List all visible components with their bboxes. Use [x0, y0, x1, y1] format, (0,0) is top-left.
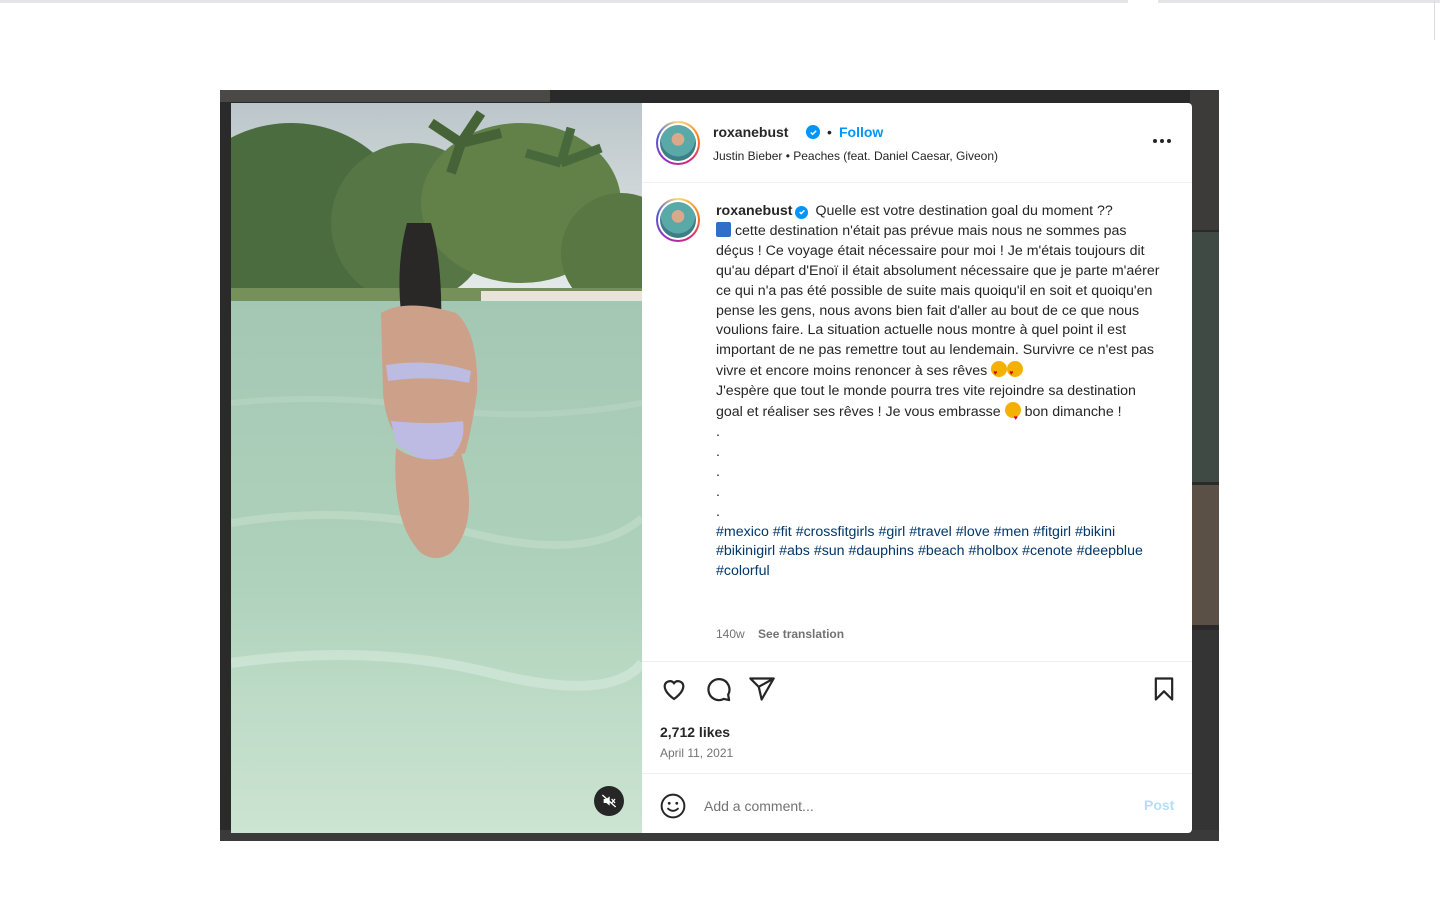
heart-eyes-emoji-icon: [991, 361, 1008, 384]
caption-line-2: cette destination n'était pas prévue mai…: [716, 222, 1160, 380]
arrow-down-emoji-icon: [716, 221, 731, 237]
hashtag-link[interactable]: #fitgirl: [1033, 524, 1071, 540]
comment-input[interactable]: [704, 794, 1124, 818]
muted-icon: [601, 794, 617, 808]
hashtag-link[interactable]: #fit: [773, 524, 792, 540]
comment-bar: Post: [642, 773, 1192, 833]
hashtag-link[interactable]: #cenote: [1022, 543, 1073, 559]
post-modal: roxanebust • Follow Justin Bieber • Peac…: [231, 103, 1192, 833]
share-icon[interactable]: [748, 675, 776, 703]
caption-dot: .: [716, 423, 720, 440]
caption-username[interactable]: roxanebust: [716, 203, 792, 219]
audio-track-link[interactable]: Justin Bieber • Peaches (feat. Daniel Ca…: [713, 149, 998, 163]
hashtag-link[interactable]: #crossfitgirls: [796, 524, 875, 540]
more-icon: [1153, 139, 1157, 143]
follow-button[interactable]: Follow: [839, 124, 883, 140]
verified-icon: [806, 125, 820, 139]
bookmark-icon[interactable]: [1150, 675, 1178, 703]
hashtag-link[interactable]: #abs: [779, 543, 810, 559]
more-options-button[interactable]: [1150, 129, 1174, 153]
caption-avatar[interactable]: [656, 198, 700, 242]
heart-icon[interactable]: [660, 675, 688, 703]
hashtag-link[interactable]: #mexico: [716, 524, 769, 540]
caption-section: roxanebust Quelle est votre destination …: [642, 184, 1192, 662]
post-video[interactable]: [231, 103, 642, 833]
post-date[interactable]: April 11, 2021: [660, 746, 733, 760]
post-header: roxanebust • Follow Justin Bieber • Peac…: [642, 103, 1192, 183]
hashtag-link[interactable]: #dauphins: [849, 543, 914, 559]
comment-icon[interactable]: [704, 675, 732, 703]
action-bar: [642, 675, 1192, 711]
hashtag-link[interactable]: #bikinigirl: [716, 543, 775, 559]
hashtag-link[interactable]: #men: [994, 524, 1030, 540]
caption-dot: .: [716, 503, 720, 520]
hashtag-link[interactable]: #beach: [918, 543, 965, 559]
scrollbar-edge: [1434, 0, 1440, 40]
hashtag-link[interactable]: #bikini: [1075, 524, 1115, 540]
hashtag-link[interactable]: #girl: [878, 524, 905, 540]
hashtag-link[interactable]: #love: [956, 524, 990, 540]
mute-button[interactable]: [594, 786, 624, 816]
caption-dot: .: [716, 443, 720, 460]
browser-top-border: [0, 0, 1440, 3]
hashtag-link[interactable]: #holbox: [968, 543, 1018, 559]
likes-count[interactable]: 2,712 likes: [660, 724, 730, 740]
emoji-icon[interactable]: [660, 793, 686, 819]
hashtag-link[interactable]: #colorful: [716, 563, 770, 579]
hashtag-list: #mexico #fit #crossfitgirls #girl #trave…: [716, 524, 1143, 580]
hashtag-link[interactable]: #sun: [814, 543, 845, 559]
hashtag-link[interactable]: #deepblue: [1077, 543, 1143, 559]
hashtag-link[interactable]: #travel: [909, 524, 952, 540]
caption-text: roxanebust Quelle est votre destination …: [716, 202, 1166, 582]
verified-icon: [795, 205, 809, 219]
heart-eyes-emoji-icon: [1007, 361, 1024, 384]
post-age: 140w: [716, 627, 745, 641]
caption-meta: 140w See translation: [716, 627, 844, 641]
post-comment-button[interactable]: Post: [1144, 797, 1174, 813]
author-username[interactable]: roxanebust: [713, 124, 788, 140]
post-details-panel: roxanebust • Follow Justin Bieber • Peac…: [642, 103, 1192, 833]
caption-line-3-end: bon dimanche !: [1024, 404, 1122, 421]
avatar[interactable]: [656, 121, 700, 165]
video-frame: [231, 103, 642, 833]
separator-dot: •: [827, 124, 832, 140]
caption-line-1: Quelle est votre destination goal du mom…: [815, 203, 1113, 219]
caption-dot: .: [716, 483, 720, 500]
caption-dot: .: [716, 463, 720, 480]
see-translation-link[interactable]: See translation: [758, 627, 844, 641]
kiss-emoji-icon: [1004, 402, 1021, 429]
